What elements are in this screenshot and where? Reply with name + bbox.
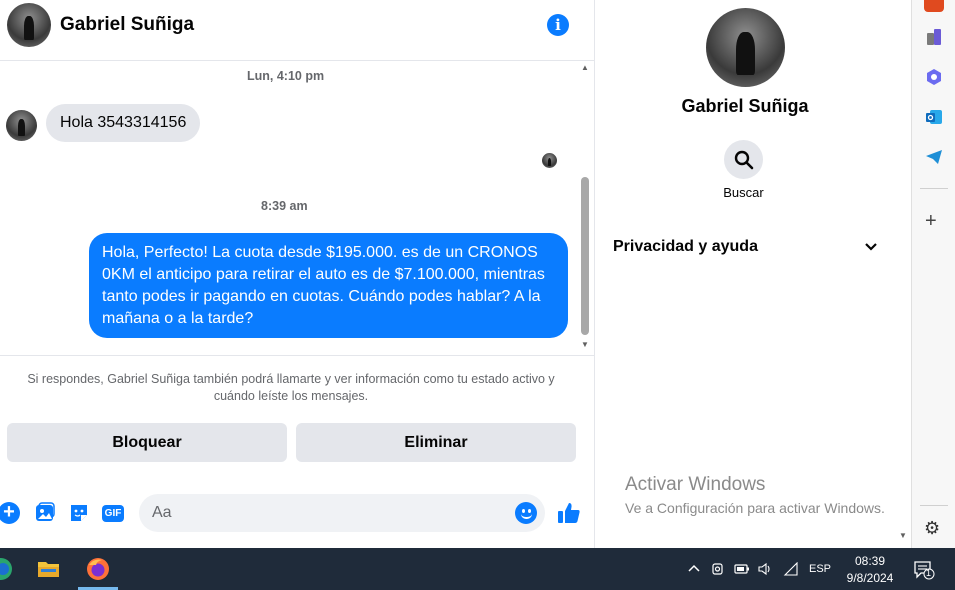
screen: Gabriel Suñiga i Lun, 4:10 pm Hola 35433… <box>0 0 955 590</box>
windows-taskbar: ESP 08:39 9/8/2024 1 <box>0 548 955 590</box>
sticker-icon[interactable] <box>68 502 90 524</box>
telegram-icon[interactable] <box>924 147 944 167</box>
clock[interactable]: 08:39 9/8/2024 <box>843 553 897 587</box>
search-icon <box>734 150 753 169</box>
watermark-subtitle: Ve a Configuración para activar Windows. <box>625 500 885 516</box>
info-icon[interactable]: i <box>547 14 569 36</box>
profile-name[interactable]: Gabriel Suñiga <box>595 96 895 117</box>
message-list: Lun, 4:10 pm Hola 3543314156 8:39 am Hol… <box>0 61 594 355</box>
notification-count: 1 <box>926 568 932 578</box>
add-icon[interactable]: + <box>925 210 937 233</box>
message-scrollbar[interactable]: ▲ ▼ <box>578 61 592 355</box>
chat-pane: Gabriel Suñiga i Lun, 4:10 pm Hola 35433… <box>0 0 594 548</box>
browser-sidebar: + ⚙ <box>911 0 955 548</box>
games-icon[interactable] <box>924 27 944 47</box>
notification-center-icon[interactable]: 1 <box>913 560 935 580</box>
language-indicator[interactable]: ESP <box>809 563 831 575</box>
watermark-title: Activar Windows <box>625 474 766 495</box>
message-input[interactable] <box>139 494 545 532</box>
windows-activation-watermark: Activar Windows Ve a Configuración para … <box>625 474 885 516</box>
seen-indicator-avatar <box>542 153 557 168</box>
sender-avatar[interactable] <box>6 110 37 141</box>
scroll-down-arrow-icon[interactable]: ▼ <box>899 531 907 540</box>
emoji-icon[interactable] <box>515 502 537 524</box>
file-explorer-icon[interactable] <box>36 556 62 582</box>
office-icon[interactable] <box>924 0 944 12</box>
message-timestamp: Lun, 4:10 pm <box>247 69 325 83</box>
scroll-down-arrow-icon[interactable]: ▼ <box>581 340 589 349</box>
battery-icon[interactable] <box>734 562 750 579</box>
chevron-down-icon <box>865 243 877 251</box>
show-hidden-icons-chevron-icon[interactable] <box>687 562 701 576</box>
request-notice: Si respondes, Gabriel Suñiga también pod… <box>27 372 555 403</box>
chat-header: Gabriel Suñiga i <box>0 0 594 52</box>
clock-date: 9/8/2024 <box>846 571 894 585</box>
plus-icon[interactable]: + <box>0 502 20 524</box>
contact-avatar[interactable] <box>7 3 51 47</box>
edge-icon[interactable] <box>0 556 14 582</box>
delete-button[interactable]: Eliminar <box>296 423 576 462</box>
sidebar-separator <box>920 505 948 506</box>
contact-name[interactable]: Gabriel Suñiga <box>60 14 194 36</box>
clock-time: 08:39 <box>854 554 886 568</box>
thumbs-up-icon[interactable] <box>556 500 582 526</box>
conversation-info-pane: Gabriel Suñiga Buscar Privacidad y ayuda… <box>595 0 910 548</box>
settings-icon[interactable]: ⚙ <box>924 518 940 539</box>
search-button[interactable] <box>724 140 763 179</box>
copilot-icon[interactable] <box>924 67 944 87</box>
firefox-icon[interactable] <box>85 556 111 582</box>
notice-divider <box>0 355 594 356</box>
block-button[interactable]: Bloquear <box>7 423 287 462</box>
outlook-icon[interactable] <box>924 107 944 127</box>
scroll-thumb[interactable] <box>581 177 589 335</box>
camera-icon[interactable] <box>711 562 725 579</box>
message-timestamp: 8:39 am <box>261 199 308 213</box>
outgoing-message[interactable]: Hola, Perfecto! La cuota desde $195.000.… <box>89 233 568 338</box>
scroll-up-arrow-icon[interactable]: ▲ <box>581 63 589 72</box>
volume-icon[interactable] <box>757 562 773 579</box>
wifi-icon[interactable] <box>783 561 799 579</box>
incoming-message[interactable]: Hola 3543314156 <box>46 104 201 142</box>
sidebar-separator <box>920 188 948 189</box>
privacy-label: Privacidad y ayuda <box>613 238 758 255</box>
search-label: Buscar <box>723 185 764 200</box>
privacy-section[interactable]: Privacidad y ayuda <box>613 236 878 258</box>
gif-icon[interactable]: GIF <box>101 502 125 524</box>
photo-icon[interactable] <box>34 502 56 524</box>
profile-avatar[interactable] <box>706 8 785 87</box>
